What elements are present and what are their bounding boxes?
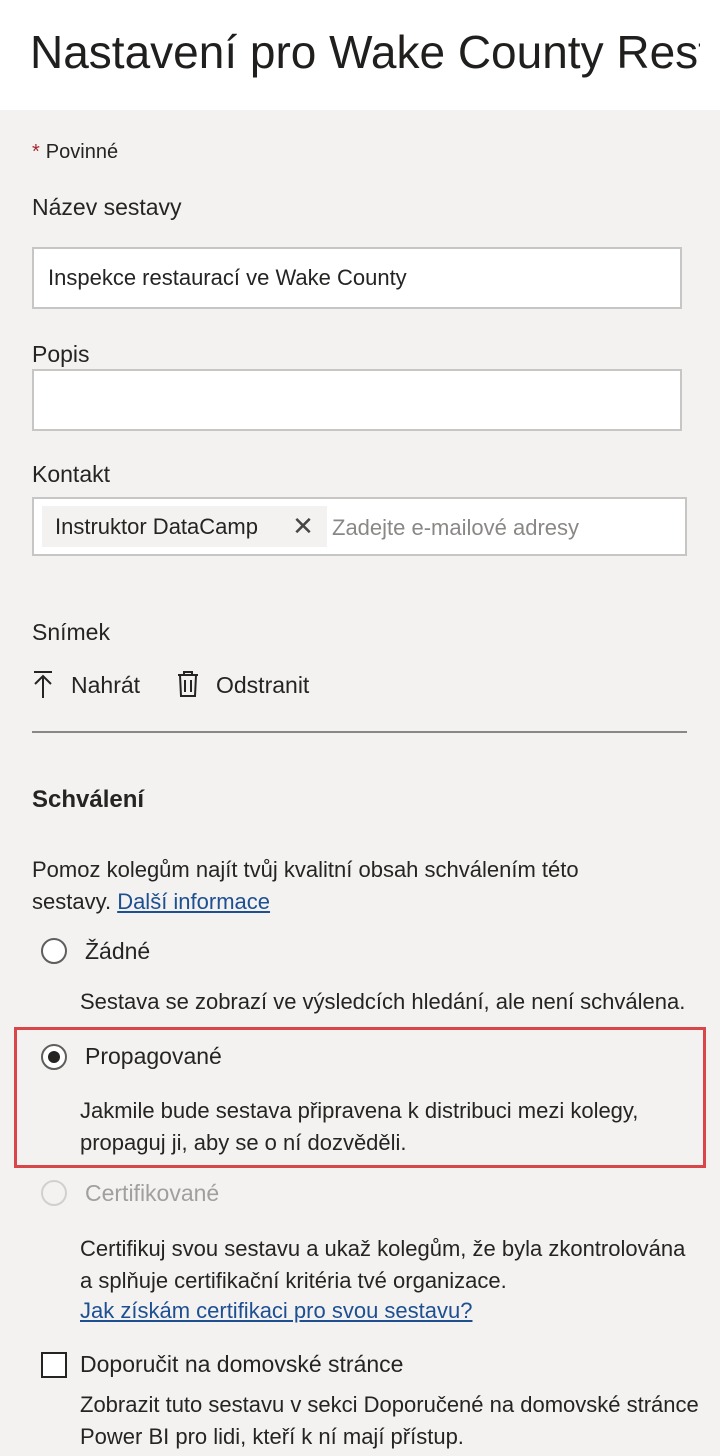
delete-button[interactable]: Odstranit: [176, 668, 316, 702]
contact-field[interactable]: Instruktor DataCamp ✕: [32, 497, 687, 556]
certification-help-link[interactable]: Jak získám certifikaci pro svou sestavu?: [80, 1295, 472, 1327]
contact-chip-name: Instruktor DataCamp: [55, 514, 258, 539]
divider: [32, 731, 687, 733]
option-promoted-description: Jakmile bude sestava připravena k distri…: [80, 1098, 639, 1155]
endorsement-title: Schválení: [32, 786, 145, 813]
option-none-label[interactable]: Žádné: [85, 938, 150, 965]
endorsement-intro-text: Pomoz kolegům najít tvůj kvalitní obsah …: [32, 857, 579, 914]
description-label: Popis: [32, 341, 90, 367]
remove-contact-icon[interactable]: ✕: [290, 512, 316, 540]
header: Nastavení pro Wake County Rest...: [0, 0, 720, 110]
option-promoted-label[interactable]: Propagované: [85, 1043, 222, 1070]
option-certified-description: Certifikuj svou sestavu a ukaž kolegům, …: [80, 1236, 686, 1293]
delete-label: Odstranit: [216, 672, 310, 698]
contact-label: Kontakt: [32, 461, 110, 487]
option-none-description: Sestava se zobrazí ve výsledcích hledání…: [80, 989, 686, 1014]
upload-label: Nahrát: [71, 672, 141, 698]
report-name-label: Název sestavy: [32, 194, 182, 220]
radio-promoted[interactable]: [41, 1044, 67, 1070]
required-text: Povinné: [45, 141, 119, 163]
endorsement-intro: Pomoz kolegům najít tvůj kvalitní obsah …: [32, 854, 642, 918]
trash-icon: [178, 671, 198, 697]
radio-certified: [41, 1180, 67, 1206]
upload-icon: [34, 671, 52, 698]
contact-email-input[interactable]: [330, 507, 674, 549]
certification-help-link-text[interactable]: Jak získám certifikaci pro svou sestavu?: [80, 1298, 472, 1323]
radio-none[interactable]: [41, 938, 67, 964]
page-title: Nastavení pro Wake County Rest...: [30, 26, 700, 78]
contact-chip: Instruktor DataCamp ✕: [42, 506, 327, 547]
report-name-input[interactable]: [32, 247, 682, 309]
option-certified-label: Certifikované: [85, 1180, 220, 1206]
required-note: * Povinné: [32, 141, 118, 164]
feature-description: Zobrazit tuto sestavu v sekci Doporučené…: [80, 1392, 699, 1449]
feature-checkbox-label[interactable]: Doporučit na domovské stránce: [80, 1351, 403, 1378]
required-star: *: [32, 141, 40, 163]
description-input[interactable]: [32, 369, 682, 431]
feature-checkbox[interactable]: [41, 1352, 67, 1378]
upload-button[interactable]: Nahrát: [32, 668, 150, 702]
learn-more-link[interactable]: Další informace: [117, 889, 270, 914]
snapshot-label: Snímek: [32, 619, 110, 645]
